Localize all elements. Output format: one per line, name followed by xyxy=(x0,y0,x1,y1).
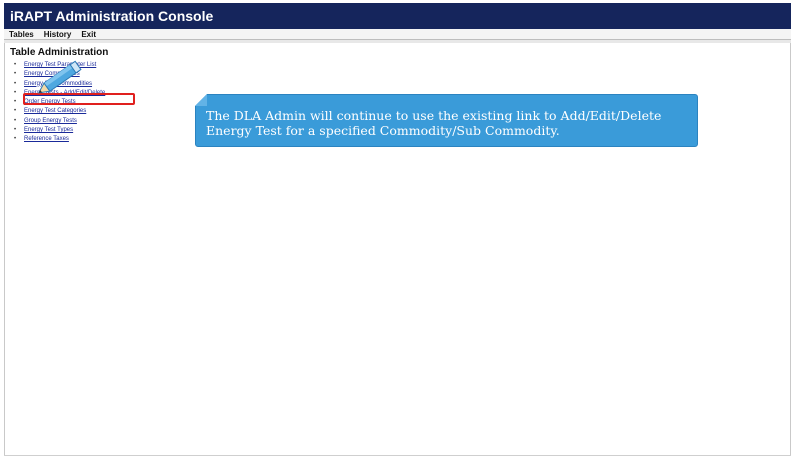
list-item: • Energy Test Types xyxy=(14,127,74,134)
app-title: iRAPT Administration Console xyxy=(4,3,791,29)
list-item: • Energy Test Categories xyxy=(14,108,87,115)
menu-history[interactable]: History xyxy=(39,29,77,39)
callout-tooltip: The DLA Admin will continue to use the e… xyxy=(195,94,698,147)
menu-tables[interactable]: Tables xyxy=(4,29,39,39)
list-item: • Reference Taxes xyxy=(14,136,69,143)
list-item: • Group Energy Tests xyxy=(14,117,77,124)
menu-bar: Tables History Exit xyxy=(4,29,791,40)
menu-exit[interactable]: Exit xyxy=(76,29,101,39)
callout-corner xyxy=(195,94,207,106)
section-title: Table Administration xyxy=(10,47,109,58)
link-reference-taxes[interactable]: Reference Taxes xyxy=(24,136,69,142)
link-energy-test-categories[interactable]: Energy Test Categories xyxy=(24,108,86,114)
pencil-icon xyxy=(37,60,82,94)
link-group-energy-tests[interactable]: Group Energy Tests xyxy=(24,118,77,124)
frame-bottom-border xyxy=(4,455,791,456)
link-energy-test-types[interactable]: Energy Test Types xyxy=(24,127,73,133)
